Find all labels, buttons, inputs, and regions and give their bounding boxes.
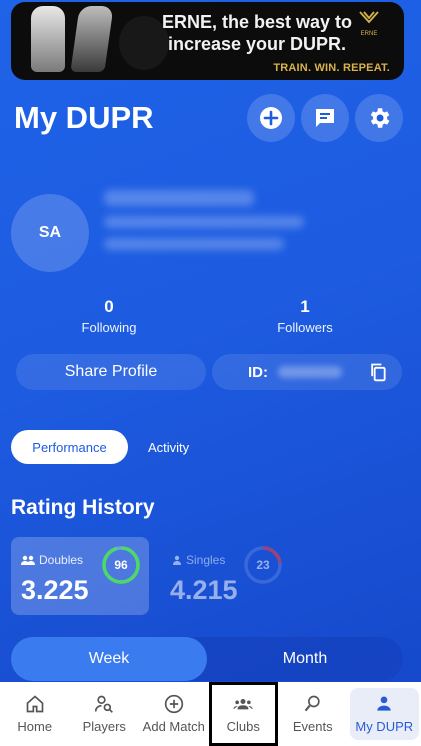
paddle-image [70, 6, 114, 72]
add-button[interactable] [247, 94, 295, 142]
nav-add-match-label: Add Match [142, 719, 205, 734]
gear-icon [370, 108, 390, 128]
followers-stat[interactable]: 1 Followers [245, 297, 365, 335]
nav-my-dupr-label: My DUPR [355, 719, 414, 734]
tab-activity[interactable]: Activity [148, 440, 189, 455]
profile-name-redacted [104, 190, 336, 270]
nav-events[interactable]: Events [278, 682, 348, 746]
dupr-id-box[interactable]: ID: [212, 354, 402, 390]
nav-add-match[interactable]: Add Match [139, 682, 209, 746]
singles-reliability-ring: 23 [243, 545, 283, 585]
week-toggle[interactable]: Week [11, 637, 207, 681]
followers-count: 1 [300, 297, 310, 316]
id-value-redacted [278, 366, 342, 378]
add-circle-icon [260, 107, 282, 129]
nav-events-label: Events [292, 719, 333, 734]
nav-players-label: Players [82, 719, 126, 734]
rating-history-title: Rating History [11, 496, 155, 519]
nav-home[interactable]: Home [0, 682, 70, 746]
period-toggle: Week Month [11, 637, 403, 681]
nav-my-dupr[interactable]: My DUPR [349, 688, 419, 740]
following-label: Following [81, 320, 137, 335]
nav-home-label: Home [17, 719, 53, 734]
nav-players[interactable]: Players [70, 682, 140, 746]
following-stat[interactable]: 0 Following [49, 297, 169, 335]
events-search-icon [304, 695, 320, 712]
group-icon [21, 555, 35, 565]
tab-performance[interactable]: Performance [11, 430, 128, 464]
month-toggle[interactable]: Month [207, 637, 403, 681]
doubles-rating-value: 3.225 [21, 575, 89, 605]
settings-button[interactable] [355, 94, 403, 142]
avatar[interactable]: SA [11, 194, 89, 272]
doubles-reliability-ring: 96 [101, 545, 141, 585]
bottom-nav: Home Players Add Match Clubs Events My D… [0, 682, 421, 746]
following-count: 0 [104, 297, 114, 316]
singles-rating-value: 4.215 [170, 575, 238, 605]
ad-banner[interactable]: ERNE, the best way to increase your DUPR… [11, 2, 404, 80]
ad-tagline: TRAIN. WIN. REPEAT. [273, 62, 390, 74]
paddle-image [31, 6, 65, 72]
erne-logo: ERNE [354, 10, 384, 38]
copy-icon[interactable] [368, 362, 388, 382]
players-search-icon [95, 695, 114, 713]
person-icon [377, 696, 391, 711]
person-icon [173, 555, 181, 565]
doubles-rating-card[interactable]: Doubles 3.225 96 [11, 537, 149, 615]
messages-button[interactable] [301, 94, 349, 142]
nav-clubs[interactable]: Clubs [208, 682, 278, 746]
ad-headline: ERNE, the best way to increase your DUPR… [161, 12, 353, 54]
add-circle-icon [164, 694, 183, 714]
nav-clubs-label: Clubs [226, 719, 260, 734]
page-title: My DUPR [14, 100, 154, 135]
singles-label: Singles [172, 553, 225, 567]
doubles-reliability-score: 96 [114, 558, 128, 572]
doubles-label: Doubles [21, 553, 83, 567]
group-icon [233, 699, 253, 710]
followers-label: Followers [277, 320, 333, 335]
chat-icon [316, 109, 334, 127]
singles-reliability-score: 23 [256, 558, 270, 572]
id-label: ID: [248, 363, 268, 381]
share-profile-button[interactable]: Share Profile [16, 354, 206, 390]
home-icon [26, 695, 44, 713]
